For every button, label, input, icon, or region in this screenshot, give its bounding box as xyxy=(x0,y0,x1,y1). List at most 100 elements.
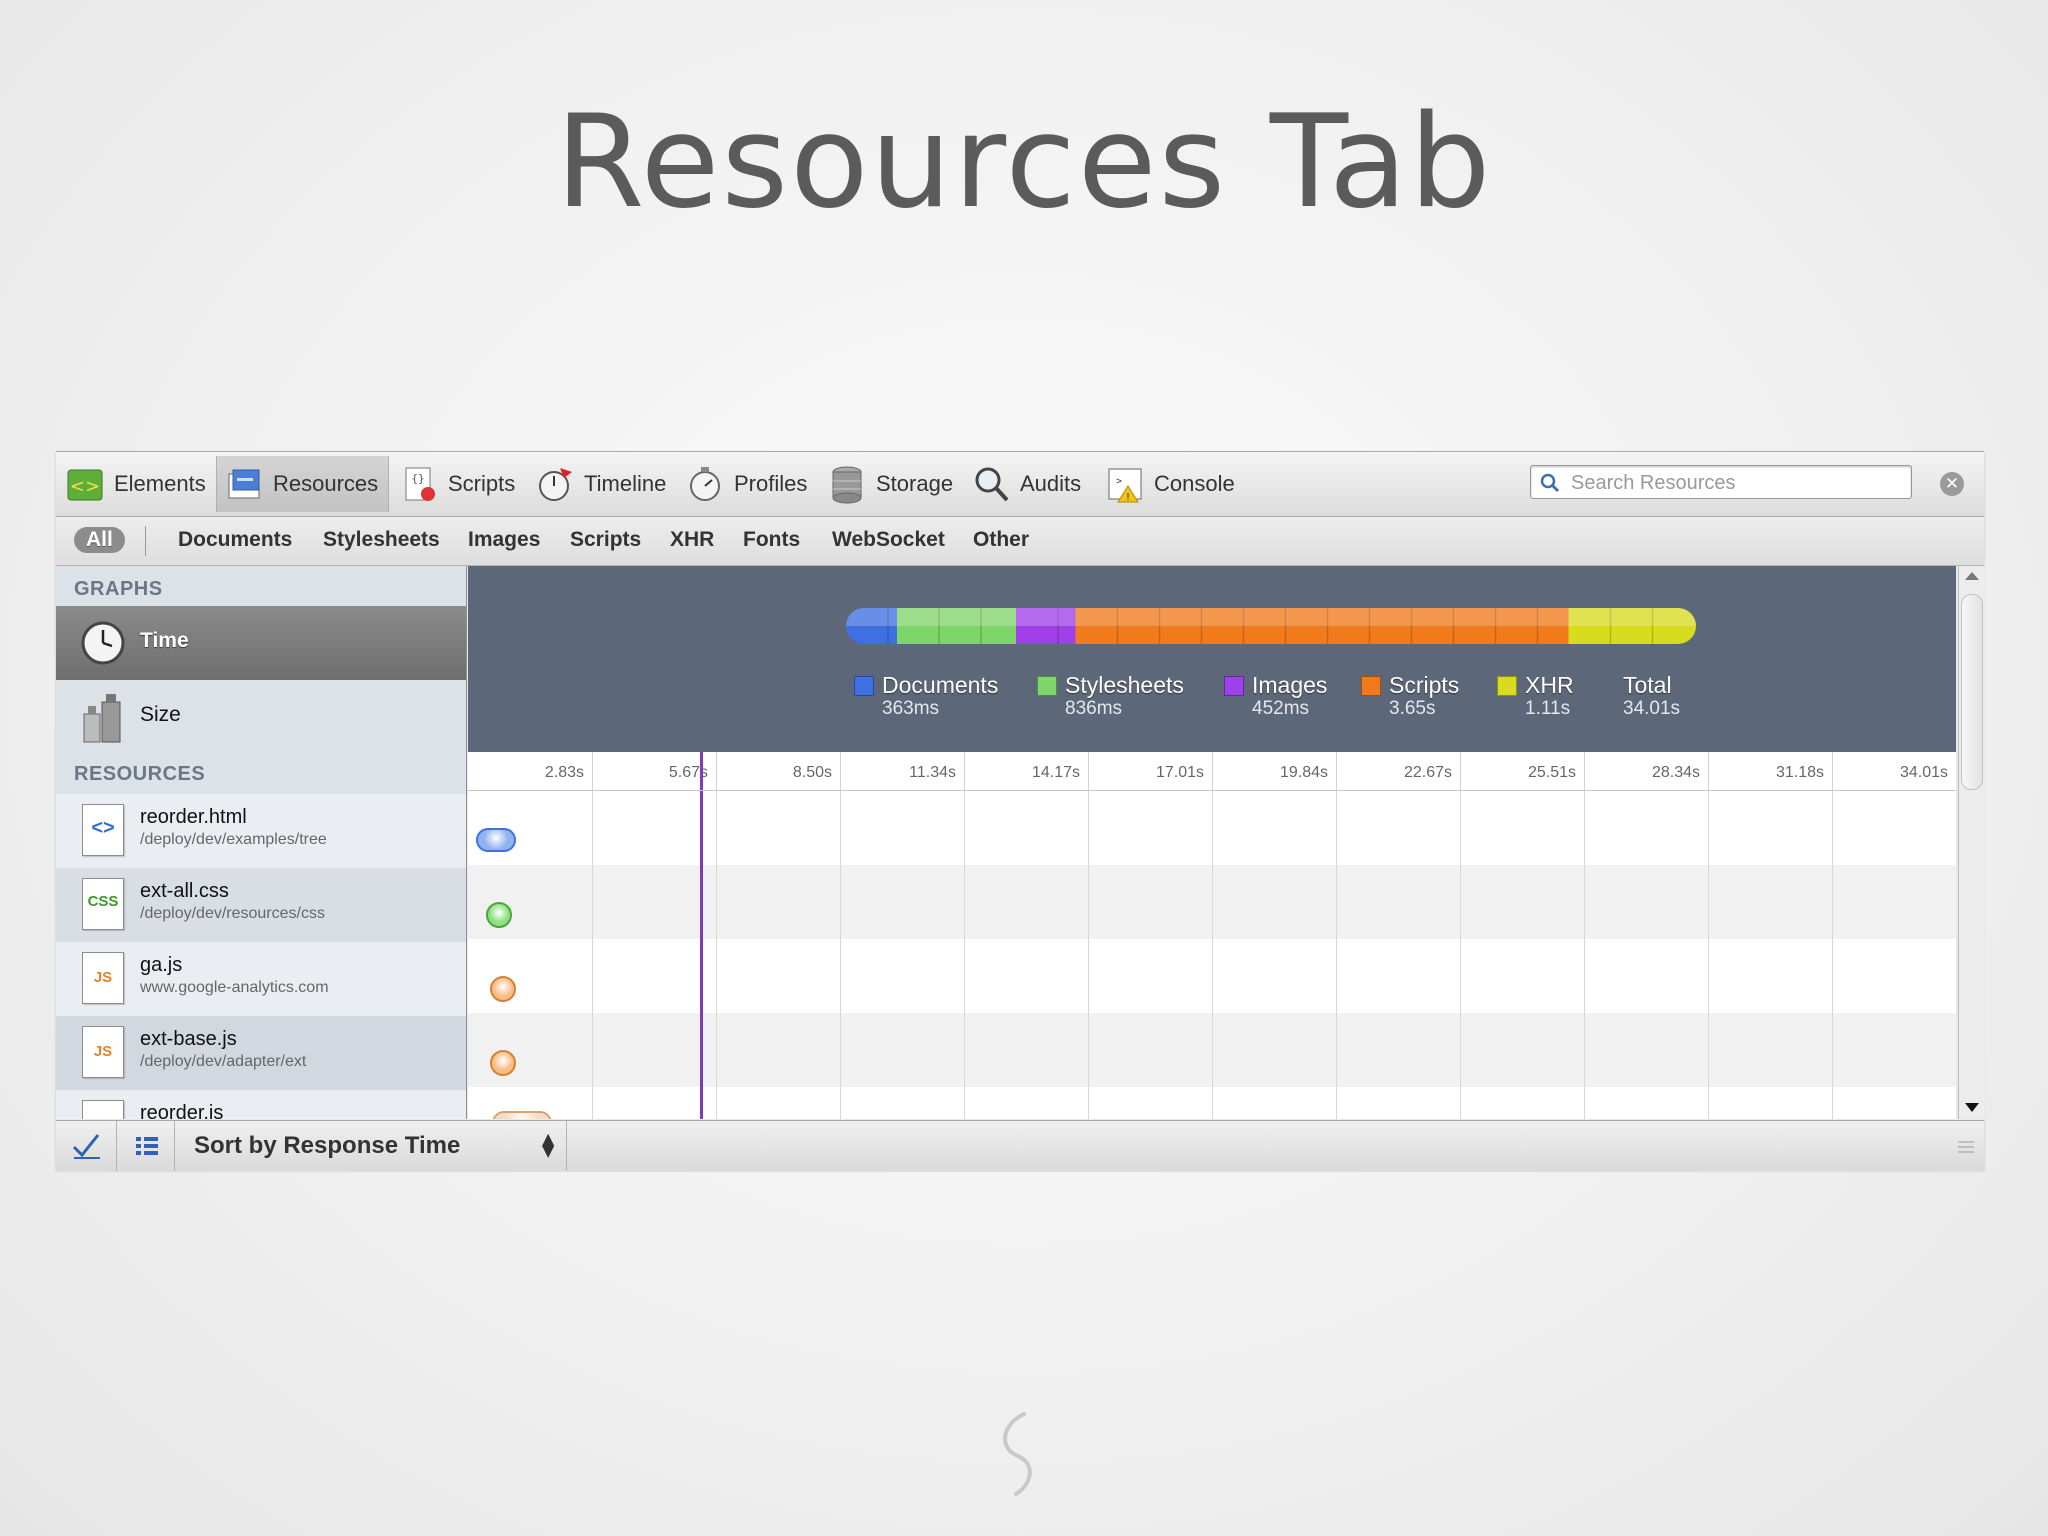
tick-line xyxy=(1584,752,1585,790)
legend-documents: Documents 363ms xyxy=(854,672,999,720)
search-field[interactable] xyxy=(1530,465,1912,499)
legend-xhr: XHR 1.11s xyxy=(1497,672,1574,720)
legend-total: Total 34.01s xyxy=(1623,672,1680,720)
list-icon[interactable] xyxy=(126,1129,166,1163)
tick-line xyxy=(1336,752,1337,790)
timeline-tick-label: 22.67s xyxy=(1403,764,1452,781)
tab-audits[interactable]: Audits xyxy=(972,456,1081,512)
resource-item[interactable]: JS ga.js www.google-analytics.com xyxy=(56,942,466,1016)
sidebar-item-time[interactable]: Time xyxy=(56,606,466,680)
scroll-thumb[interactable] xyxy=(1961,594,1983,790)
checkmark-icon[interactable] xyxy=(68,1129,108,1163)
tab-label: Console xyxy=(1154,471,1235,496)
resource-item[interactable]: JS ext-base.js /deploy/dev/adapter/ext xyxy=(56,1016,466,1090)
storage-icon xyxy=(828,464,868,504)
tab-label: Elements xyxy=(114,471,206,496)
filter-stylesheets[interactable]: Stylesheets xyxy=(323,527,440,553)
logo-mark xyxy=(1003,1412,1032,1496)
resource-timing-bar[interactable] xyxy=(492,1111,552,1119)
filter-websocket[interactable]: WebSocket xyxy=(832,527,945,553)
js-file-icon: JS xyxy=(82,1026,124,1078)
scroll-down-arrow-icon[interactable] xyxy=(1965,1103,1979,1112)
tab-profiles[interactable]: Profiles xyxy=(686,456,807,512)
bar-gloss xyxy=(846,608,1696,626)
weights-icon xyxy=(83,694,121,743)
tick-line xyxy=(716,752,717,790)
legend-label: XHR xyxy=(1525,672,1574,698)
elements-icon: <> xyxy=(66,464,106,504)
tick-line xyxy=(592,752,593,790)
resources-icon xyxy=(225,464,265,504)
file-badge: CSS xyxy=(87,893,119,910)
legend-label: Documents xyxy=(882,672,999,698)
legend-label: Scripts xyxy=(1389,672,1460,698)
grid-line xyxy=(1212,791,1213,1119)
resource-item[interactable]: <> reorder.html /deploy/dev/examples/tre… xyxy=(56,794,466,868)
tab-elements[interactable]: <> Elements xyxy=(66,456,206,512)
resource-path: /deploy/dev/examples/tree xyxy=(140,831,327,848)
legend-value: 836ms xyxy=(1065,698,1123,719)
filter-scripts[interactable]: Scripts xyxy=(570,527,641,553)
resource-timing-bar[interactable] xyxy=(490,1050,516,1076)
filter-xhr[interactable]: XHR xyxy=(670,527,714,553)
html-file-icon: <> xyxy=(82,804,124,856)
tab-timeline[interactable]: Timeline xyxy=(536,456,666,512)
tab-storage[interactable]: Storage xyxy=(828,456,953,512)
profiles-icon xyxy=(686,464,726,504)
status-bar: Sort by Response Time ▲ ▼ xyxy=(56,1120,1984,1171)
divider xyxy=(566,1121,567,1171)
sidebar-item-size[interactable]: Size xyxy=(56,680,466,754)
tab-scripts[interactable]: {} Scripts xyxy=(400,456,515,512)
tick-line xyxy=(1832,752,1833,790)
tab-resources[interactable]: Resources xyxy=(216,456,390,512)
resource-timing-bar[interactable] xyxy=(490,976,516,1002)
grid-line xyxy=(1832,791,1833,1119)
select-arrows-icon: ▲ ▼ xyxy=(542,1129,555,1160)
scroll-up-arrow-icon[interactable] xyxy=(1965,572,1979,580)
resource-item[interactable]: JS reorder.js xyxy=(56,1090,466,1119)
legend-label: Stylesheets xyxy=(1065,672,1184,698)
legend-swatch xyxy=(1224,676,1244,696)
resource-timing-bar[interactable] xyxy=(486,902,512,928)
resource-item[interactable]: CSS ext-all.css /deploy/dev/resources/cs… xyxy=(56,868,466,942)
legend-stylesheets: Stylesheets 836ms xyxy=(1037,672,1184,720)
filter-other[interactable]: Other xyxy=(973,527,1029,553)
filter-documents[interactable]: Documents xyxy=(178,527,292,553)
svg-text:{}: {} xyxy=(411,472,424,485)
timeline-tick-label: 17.01s xyxy=(1155,764,1204,781)
tab-label: Audits xyxy=(1020,471,1082,496)
tab-console[interactable]: >! Console xyxy=(1106,456,1235,512)
filter-all[interactable]: All xyxy=(74,527,125,553)
js-file-icon: JS xyxy=(82,1100,124,1119)
close-icon[interactable]: ✕ xyxy=(1940,472,1964,496)
vertical-scrollbar[interactable] xyxy=(1958,566,1985,1119)
legend-value: 1.11s xyxy=(1525,698,1571,719)
grid-line xyxy=(1336,791,1337,1119)
filter-images[interactable]: Images xyxy=(468,527,540,553)
time-summary-graph: Documents 363ms Stylesheets 836ms Images… xyxy=(468,566,1956,752)
grid-line xyxy=(716,791,717,1119)
tick-line xyxy=(840,752,841,790)
sidebar-item-label: Time xyxy=(140,629,189,652)
tick-line xyxy=(1460,752,1461,790)
legend-value: 34.01s xyxy=(1623,698,1681,719)
legend-value: 452ms xyxy=(1252,698,1310,719)
filter-fonts[interactable]: Fonts xyxy=(743,527,800,553)
file-badge: JS xyxy=(83,1117,123,1119)
sort-select[interactable]: Sort by Response Time ▲ ▼ xyxy=(176,1121,566,1171)
divider xyxy=(116,1121,117,1171)
timeline-tick-label: 14.17s xyxy=(1031,764,1080,781)
sidebar: GRAPHS Time Size RESOURCES <> reorder.ht… xyxy=(56,566,467,1119)
resize-grip-icon[interactable] xyxy=(1958,1139,1974,1153)
legend-images: Images 452ms xyxy=(1224,672,1327,720)
divider xyxy=(174,1121,175,1171)
search-icon xyxy=(1540,473,1560,493)
graphs-header: GRAPHS xyxy=(74,578,163,600)
timeline-tick-label: 2.83s xyxy=(544,764,584,781)
resources-header: RESOURCES xyxy=(74,763,206,785)
scripts-icon: {} xyxy=(400,464,440,504)
resource-timing-bar[interactable] xyxy=(476,828,516,852)
search-input[interactable] xyxy=(1569,468,1903,498)
tab-label: Scripts xyxy=(448,471,516,496)
timeline-tick-label: 25.51s xyxy=(1527,764,1576,781)
